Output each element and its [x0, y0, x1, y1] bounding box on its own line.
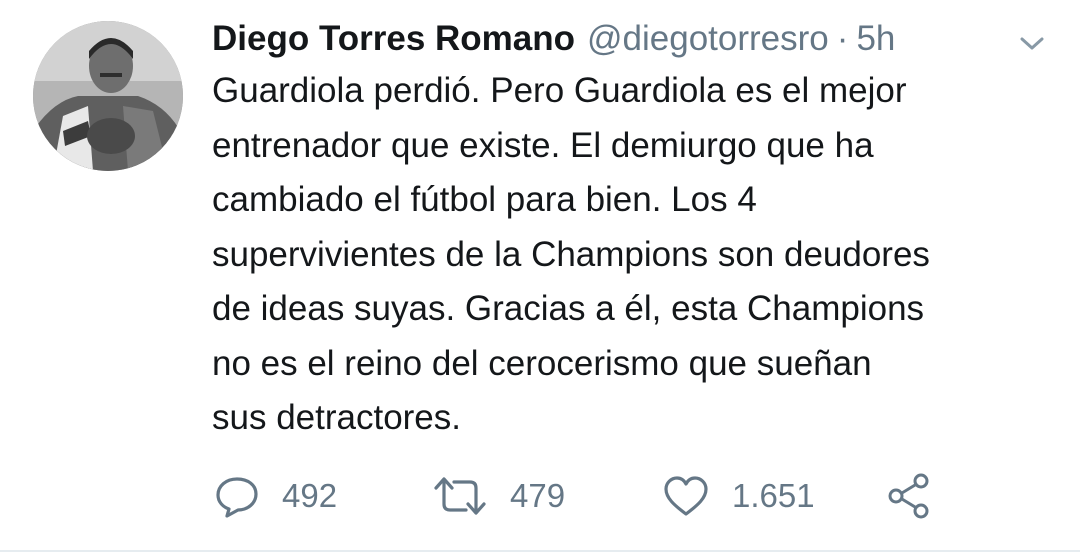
avatar[interactable]: [33, 21, 183, 171]
tweet-text-line: cambiado el fútbol para bien. Los 4: [212, 180, 757, 219]
tweet-header: Diego Torres Romano @diegotorresro · 5h: [212, 14, 895, 64]
separator-dot: ·: [836, 19, 849, 58]
avatar-photo: [33, 21, 183, 171]
tweet-text-line: Guardiola perdió. Pero Guardiola es el m…: [212, 71, 907, 110]
timestamp[interactable]: 5h: [856, 14, 895, 64]
tweet-text: Guardiola perdió. Pero Guardiola es el m…: [212, 64, 1062, 446]
reply-icon: [216, 477, 258, 518]
chevron-down-icon: [1020, 37, 1044, 50]
share-button[interactable]: [884, 468, 934, 524]
tweet-text-line: supervivientes de la Champions son deudo…: [212, 234, 930, 274]
like-button[interactable]: 1.651: [662, 468, 815, 524]
retweet-count: 479: [510, 477, 566, 514]
heart-icon: [664, 476, 708, 516]
reply-count: 492: [282, 477, 338, 514]
tweet-text-line: no es el reino del cerocerismo que sueña…: [212, 343, 872, 383]
tweet-text-line: de ideas suyas. Gracias a él, esta Champ…: [212, 289, 925, 328]
tweet-card[interactable]: Diego Torres Romano @diegotorresro · 5h …: [0, 0, 1080, 552]
like-count: 1.651: [732, 477, 815, 514]
retweet-icon: [434, 477, 486, 515]
author-name[interactable]: Diego Torres Romano: [212, 14, 575, 64]
tweet-text-line: entrenador que existe. El demiurgo que h…: [212, 125, 874, 165]
tweet-text-line: sus detractores.: [212, 398, 461, 437]
retweet-button[interactable]: 479: [432, 468, 565, 524]
more-options-button[interactable]: [1014, 26, 1050, 62]
author-handle[interactable]: @diegotorresro: [587, 14, 829, 64]
share-icon: [888, 473, 929, 519]
action-bar: 492 479 1.651: [0, 468, 1080, 524]
reply-button[interactable]: 492: [214, 468, 337, 524]
